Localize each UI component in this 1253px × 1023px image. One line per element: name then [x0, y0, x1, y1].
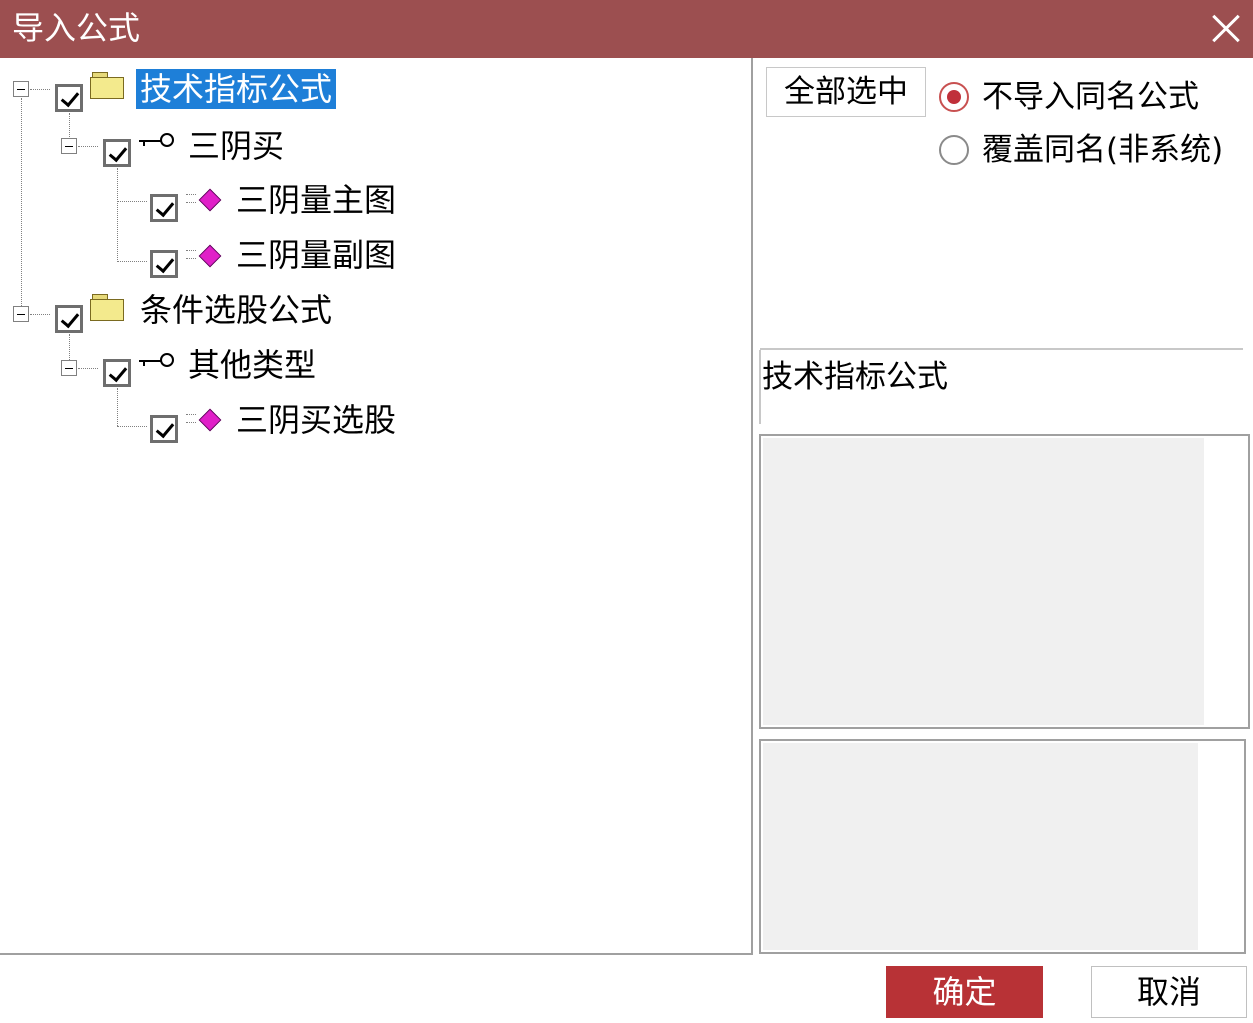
- info-divider: [760, 348, 1243, 350]
- tree-line: [117, 388, 118, 426]
- folder-icon: [90, 294, 124, 321]
- checkbox-sanyinmai[interactable]: [103, 139, 131, 167]
- tree-item-tech-indicator[interactable]: 技术指标公式: [136, 69, 337, 109]
- info-divider: [759, 350, 761, 424]
- collapse-toggle-icon[interactable]: [61, 360, 77, 376]
- key-icon: [139, 351, 175, 371]
- collapse-toggle-icon[interactable]: [13, 81, 29, 97]
- tree-line: [30, 89, 50, 90]
- detail-box[interactable]: [759, 739, 1246, 954]
- key-icon: [139, 131, 175, 151]
- radio-overwrite[interactable]: [939, 135, 969, 165]
- tree-item-sanyinmai[interactable]: 三阴买: [188, 126, 284, 166]
- tree-line: [78, 368, 98, 369]
- tree-item-main-chart[interactable]: 三阴量主图: [236, 180, 396, 220]
- tree-line: [117, 168, 118, 262]
- collapse-toggle-icon[interactable]: [61, 138, 77, 154]
- radio-no-import[interactable]: [939, 82, 969, 112]
- checkbox-sanyinmai-screen[interactable]: [150, 415, 178, 443]
- tree-item-sub-chart[interactable]: 三阴量副图: [236, 235, 396, 275]
- radio-overwrite-label[interactable]: 覆盖同名(非系统): [982, 130, 1223, 170]
- tree-item-stock-screening[interactable]: 条件选股公式: [140, 290, 332, 330]
- formula-gem-icon: [186, 408, 222, 432]
- checkbox-main-chart[interactable]: [150, 194, 178, 222]
- close-icon[interactable]: [1206, 8, 1246, 48]
- folder-icon: [90, 72, 124, 99]
- formula-gem-icon: [186, 244, 222, 268]
- tree-item-sanyinmai-screen[interactable]: 三阴买选股: [236, 400, 396, 440]
- window-title: 导入公式: [12, 9, 141, 47]
- description-box[interactable]: [759, 434, 1250, 729]
- formula-gem-icon: [186, 188, 222, 212]
- select-all-button[interactable]: 全部选中: [766, 67, 926, 117]
- checkbox-sub-chart[interactable]: [150, 250, 178, 278]
- collapse-toggle-icon[interactable]: [13, 306, 29, 322]
- cancel-button[interactable]: 取消: [1091, 966, 1247, 1018]
- tree-line: [30, 314, 50, 315]
- tree-line: [117, 426, 147, 427]
- ok-button[interactable]: 确定: [886, 966, 1043, 1018]
- tree-line: [78, 146, 98, 147]
- tree-line: [117, 261, 147, 262]
- checkbox-other-types[interactable]: [103, 359, 131, 387]
- title-bar: 导入公式: [0, 0, 1253, 58]
- radio-no-import-label[interactable]: 不导入同名公式: [982, 77, 1199, 117]
- tree-line: [21, 98, 22, 314]
- checkbox-tech-indicator[interactable]: [55, 84, 83, 112]
- tree-item-other-types[interactable]: 其他类型: [188, 345, 316, 385]
- formula-tree[interactable]: 技术指标公式 三阴买 三阴量主图 三阴量副图 条件选股公式 其他类型 三阴买选股: [0, 58, 753, 955]
- selected-item-info: 技术指标公式: [762, 359, 948, 395]
- tree-line: [117, 201, 147, 202]
- checkbox-stock-screening[interactable]: [55, 305, 83, 333]
